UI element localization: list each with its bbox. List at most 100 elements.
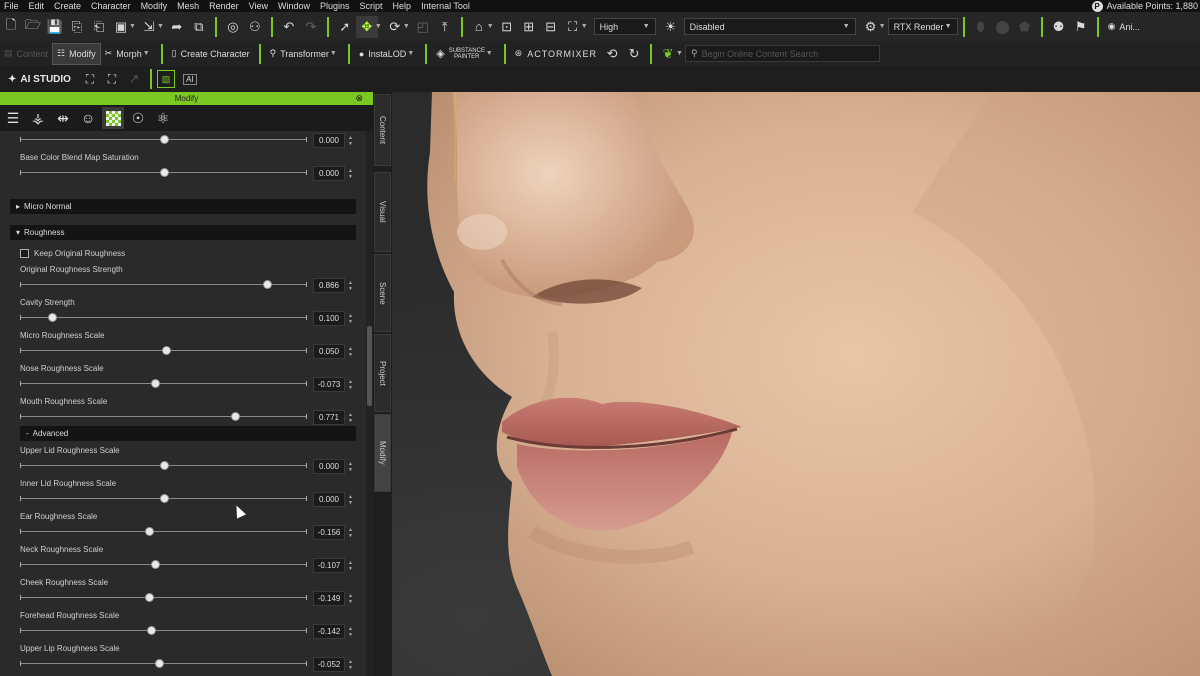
tab-content[interactable]: Content: [374, 94, 391, 166]
spinner-icon[interactable]: ▲ ▼: [346, 377, 355, 392]
menu-internal-tool[interactable]: Internal Tool: [417, 1, 476, 11]
advanced-value-field[interactable]: -0.052: [313, 657, 345, 672]
instalod-button[interactable]: ● InstaLOD ▼: [355, 43, 420, 65]
new-file-icon[interactable]: 🗋: [0, 16, 22, 38]
menu-modify[interactable]: Modify: [137, 1, 174, 11]
panel-scrollbar[interactable]: [366, 131, 373, 676]
slider-knob[interactable]: [159, 494, 169, 503]
roughness-value-field[interactable]: 0.050: [313, 344, 345, 359]
roughness-value-field[interactable]: 0.771: [313, 410, 345, 425]
align-icon[interactable]: ⤒: [434, 16, 456, 38]
slider-knob[interactable]: [155, 659, 165, 668]
transformer-button[interactable]: ⚲ Transformer ▼: [266, 43, 343, 65]
motion-tab-icon[interactable]: ⚶: [27, 107, 49, 129]
scrollbar-thumb[interactable]: [367, 326, 372, 406]
render-dropdown[interactable]: RTX Render ▼: [887, 18, 958, 35]
tab-scene[interactable]: Scene: [374, 254, 391, 332]
roughness-value-field[interactable]: 0.100: [313, 311, 345, 326]
spinner-icon[interactable]: ▲ ▼: [346, 278, 355, 293]
roughness-value-field[interactable]: -0.073: [313, 377, 345, 392]
menu-create[interactable]: Create: [50, 1, 87, 11]
slider-knob[interactable]: [159, 135, 169, 144]
advanced-value-field[interactable]: 0.000: [313, 492, 345, 507]
advanced-slider[interactable]: [20, 626, 307, 636]
screen-icon[interactable]: ⧉: [188, 16, 210, 38]
character-icon[interactable]: ⚇: [244, 16, 266, 38]
redo-icon[interactable]: ↷: [300, 16, 322, 38]
advanced-slider[interactable]: [20, 527, 307, 537]
slider-knob[interactable]: [146, 626, 156, 635]
tab-project[interactable]: Project: [374, 334, 391, 412]
spinner-icon[interactable]: ▲ ▼: [346, 591, 355, 606]
material-tab-icon[interactable]: [102, 107, 124, 129]
slider-knob[interactable]: [47, 313, 57, 322]
chevron-down-icon[interactable]: ▼: [375, 23, 382, 30]
ai-image-icon[interactable]: ▧: [156, 70, 175, 88]
menu-character[interactable]: Character: [87, 1, 137, 11]
menu-plugins[interactable]: Plugins: [316, 1, 356, 11]
chevron-down-icon[interactable]: ▼: [487, 23, 494, 30]
3d-viewport[interactable]: [392, 92, 1200, 676]
advanced-slider[interactable]: [20, 494, 307, 504]
grid-icon[interactable]: ⊟: [540, 16, 562, 38]
fit-icon[interactable]: ⊞: [518, 16, 540, 38]
slider-knob[interactable]: [150, 379, 160, 388]
ai-text-icon[interactable]: AI: [179, 68, 201, 90]
spinner-icon[interactable]: ▲ ▼: [346, 410, 355, 425]
scale-icon[interactable]: ◰: [412, 16, 434, 38]
advanced-value-field[interactable]: -0.107: [313, 558, 345, 573]
refresh-icon[interactable]: ↻: [623, 43, 645, 65]
substance-painter-button[interactable]: ◈ SUBSTANCE PAINTER ▼: [432, 43, 498, 65]
menu-file[interactable]: File: [0, 1, 25, 11]
people-icon[interactable]: ⚉: [1048, 16, 1070, 38]
morph-tab-icon[interactable]: ⇹: [52, 107, 74, 129]
menu-help[interactable]: Help: [389, 1, 418, 11]
attribute-tab-icon[interactable]: ☰: [2, 107, 24, 129]
advanced-slider[interactable]: [20, 461, 307, 471]
tab-visual[interactable]: Visual: [374, 172, 391, 252]
slider-knob[interactable]: [262, 280, 272, 289]
spinner-icon[interactable]: ▲ ▼: [346, 166, 355, 181]
slider-knob[interactable]: [145, 593, 155, 602]
open-folder-icon[interactable]: 🗁: [22, 16, 44, 38]
menu-script[interactable]: Script: [356, 1, 389, 11]
preview-icon[interactable]: ◎: [222, 16, 244, 38]
face-frame-icon[interactable]: ⛶: [79, 68, 101, 90]
close-icon[interactable]: ⊗: [355, 92, 363, 105]
chevron-down-icon[interactable]: ▼: [129, 23, 136, 30]
chevron-down-icon[interactable]: ▼: [581, 23, 588, 30]
spinner-icon[interactable]: ▲ ▼: [346, 492, 355, 507]
select-arrow-icon[interactable]: ➚: [334, 16, 356, 38]
ai-studio-button[interactable]: ✦ AI STUDIO: [0, 74, 79, 85]
disabled-tool-icon[interactable]: ↗: [123, 68, 145, 90]
spinner-icon[interactable]: ▲ ▼: [346, 624, 355, 639]
value-field[interactable]: 0.000: [313, 166, 345, 181]
export-icon[interactable]: ⎗: [88, 16, 110, 38]
ani-button[interactable]: ◉ Ani...: [1104, 16, 1144, 38]
slider-knob[interactable]: [150, 560, 160, 569]
light-icon[interactable]: ☀: [660, 16, 682, 38]
spinner-icon[interactable]: ▲ ▼: [346, 459, 355, 474]
content-button[interactable]: ▤ Content: [0, 43, 52, 65]
roughness-slider[interactable]: [20, 346, 307, 356]
create-character-button[interactable]: ▯ Create Character: [168, 43, 254, 65]
import-icon[interactable]: ⎘: [66, 16, 88, 38]
slider-knob[interactable]: [145, 527, 155, 536]
content-search-input[interactable]: ⚲ Begin Online Content Search: [684, 45, 880, 62]
actormixer-button[interactable]: ⊛ ACTORMIXER: [511, 43, 601, 65]
chevron-down-icon[interactable]: ▼: [879, 23, 886, 30]
menu-view[interactable]: View: [245, 1, 274, 11]
face-tab-icon[interactable]: ☺: [77, 107, 99, 129]
advanced-value-field[interactable]: -0.149: [313, 591, 345, 606]
spinner-icon[interactable]: ▲ ▼: [346, 525, 355, 540]
spinner-icon[interactable]: ▲ ▼: [346, 558, 355, 573]
roughness-slider[interactable]: [20, 313, 307, 323]
advanced-value-field[interactable]: 0.000: [313, 459, 345, 474]
spinner-icon[interactable]: ▲ ▼: [346, 133, 355, 148]
frame-icon[interactable]: ⊡: [496, 16, 518, 38]
undo-icon[interactable]: ↶: [278, 16, 300, 38]
roughness-value-field[interactable]: 0.866: [313, 278, 345, 293]
slider-knob[interactable]: [162, 346, 172, 355]
advanced-value-field[interactable]: -0.142: [313, 624, 345, 639]
record-icon[interactable]: ⬮: [970, 16, 992, 38]
